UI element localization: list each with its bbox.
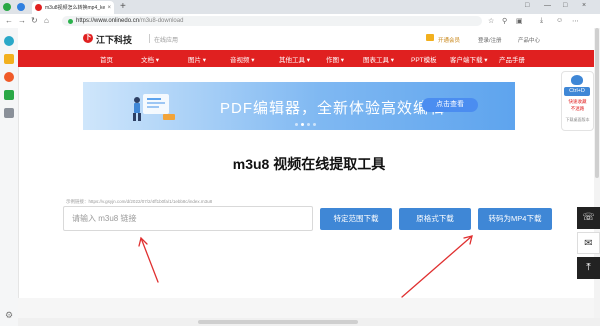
forward-icon[interactable]: →	[18, 16, 26, 25]
back-icon[interactable]: ←	[5, 16, 13, 25]
browser-tab-active[interactable]: m3u8视频怎么转换mp4_ke... ×	[32, 1, 114, 14]
customer-service-icon[interactable]: ☏	[577, 207, 600, 229]
banner-title: PDF编辑器，全新体验高效编辑	[220, 100, 446, 117]
new-tab-icon[interactable]: +	[120, 1, 126, 12]
nav-item-chart-tools[interactable]: 图表工具 ▾	[363, 54, 394, 64]
banner-dot[interactable]	[307, 123, 310, 126]
nav-item-home[interactable]: 首页	[100, 54, 113, 64]
nav-item-images[interactable]: 图片 ▾	[188, 54, 206, 64]
banner-pagination	[295, 123, 316, 126]
nav-item-drawing[interactable]: 作图 ▾	[326, 54, 344, 64]
site-favicon-icon	[35, 4, 42, 11]
url-text: https://www.onlinedo.cn/m3u8-download	[76, 18, 184, 24]
sidebar-settings-icon[interactable]: ⚙	[4, 310, 14, 320]
site-header: 下 江下科技 在线应用 开通会员 登录/注册 产品中心	[18, 28, 600, 50]
settings-icon[interactable]: ⋯	[572, 17, 579, 25]
example-link-text: 示例链接：https://v.gsyjn.com/d/2022/07/2/4ff…	[66, 199, 213, 204]
home-icon[interactable]: ⌂	[44, 16, 49, 25]
bookmark-star-icon[interactable]: ☆	[488, 17, 494, 25]
nav-item-manual[interactable]: 产品手册	[499, 54, 525, 64]
product-center-link[interactable]: 产品中心	[518, 36, 540, 44]
footer-strip	[18, 298, 600, 318]
profile-icon[interactable]: ☺	[556, 17, 563, 24]
tab-list-icon[interactable]: □	[525, 2, 529, 9]
sidebar-weibo-icon[interactable]	[4, 72, 14, 82]
arrow-head	[138, 236, 148, 247]
arrow-to-input	[140, 237, 159, 283]
collections-icon[interactable]: ▣	[516, 17, 523, 25]
logo-subtitle: 在线应用	[154, 38, 179, 44]
bookmark-hint-text: 快速收藏	[568, 99, 587, 104]
original-format-download-button[interactable]: 原格式下载	[399, 208, 471, 230]
maximize-icon[interactable]: □	[563, 2, 567, 9]
convert-mp4-download-button[interactable]: 转码为MP4下载	[478, 208, 552, 230]
promo-banner[interactable]: PDF编辑器，全新体验高效编辑 点击查看	[83, 82, 515, 130]
browser-sidebar: ⚙	[0, 28, 19, 326]
close-window-icon[interactable]: ×	[582, 2, 586, 9]
m3u8-url-input[interactable]	[63, 206, 313, 231]
secure-lock-icon	[68, 18, 73, 24]
pinned-tab-icon[interactable]	[3, 3, 11, 11]
extensions-icon[interactable]: ⚲	[502, 17, 507, 25]
banner-illustration	[133, 94, 175, 121]
main-nav: 首页 文档 ▾ 图片 ▾ 音视频 ▾ 其他工具 ▾ 作图 ▾ 图表工具 ▾ PP…	[18, 50, 600, 67]
url-field[interactable]: https://www.onlinedo.cn/m3u8-download	[62, 16, 482, 26]
browser-tab-bar: m3u8视频怎么转换mp4_ke... × + □ — □ ×	[0, 0, 600, 14]
range-download-button[interactable]: 特定范围下载	[320, 208, 392, 230]
banner-dot[interactable]	[295, 123, 298, 126]
bookmark-badge-icon	[571, 75, 583, 85]
nav-item-other-tools[interactable]: 其他工具 ▾	[279, 54, 310, 64]
banner-view-button[interactable]: 点击查看	[422, 98, 478, 112]
nav-item-ppt-templates[interactable]: PPT模板	[411, 54, 437, 64]
bookmark-hint-text-2: 不迷路	[570, 106, 585, 111]
pinned-tab-icon[interactable]	[17, 3, 25, 11]
download-icon[interactable]: ⤓	[540, 17, 543, 25]
browser-address-bar: ← → ↻ ⌂ https://www.onlinedo.cn/m3u8-dow…	[0, 14, 600, 29]
horizontal-scrollbar[interactable]	[18, 318, 600, 326]
vip-link[interactable]: 开通会员	[438, 36, 460, 44]
sidebar-favorites-icon[interactable]	[4, 54, 14, 64]
nav-item-docs[interactable]: 文档 ▾	[141, 54, 159, 64]
banner-dot-active[interactable]	[301, 123, 304, 126]
reload-icon[interactable]: ↻	[31, 16, 38, 25]
desktop-download-text[interactable]: 下载桌面版本	[562, 117, 593, 123]
nav-item-audio-video[interactable]: 音视频 ▾	[230, 54, 255, 64]
back-to-top-icon[interactable]: ⤒	[577, 257, 600, 279]
arrow-head	[463, 235, 473, 245]
bookmark-hint-widget[interactable]: Ctrl+D 快速收藏 不迷路 下载桌面版本	[561, 71, 594, 131]
login-link[interactable]: 登录/注册	[478, 36, 502, 44]
minimize-icon[interactable]: —	[544, 2, 551, 9]
mail-icon[interactable]: ✉	[577, 232, 600, 254]
page-title: m3u8 视频在线提取工具	[232, 156, 386, 172]
banner-dot[interactable]	[313, 123, 316, 126]
logo-divider	[149, 34, 150, 43]
sidebar-app-icon[interactable]	[4, 36, 14, 46]
tab-title: m3u8视频怎么转换mp4_ke...	[45, 5, 106, 11]
nav-item-client-download[interactable]: 客户端下载 ▾	[450, 54, 488, 64]
sidebar-notes-icon[interactable]	[4, 108, 14, 118]
vertical-scroll-thumb[interactable]	[595, 28, 599, 178]
logo-text[interactable]: 江下科技	[96, 33, 132, 46]
arrow-to-mp4-button	[401, 235, 473, 298]
logo-icon[interactable]: 下	[83, 33, 93, 43]
horizontal-scroll-thumb[interactable]	[198, 320, 358, 324]
tab-close-icon[interactable]: ×	[107, 5, 111, 11]
vip-crown-icon	[426, 34, 434, 41]
sidebar-wechat-icon[interactable]	[4, 90, 14, 100]
shortcut-key: Ctrl+D	[564, 87, 590, 96]
